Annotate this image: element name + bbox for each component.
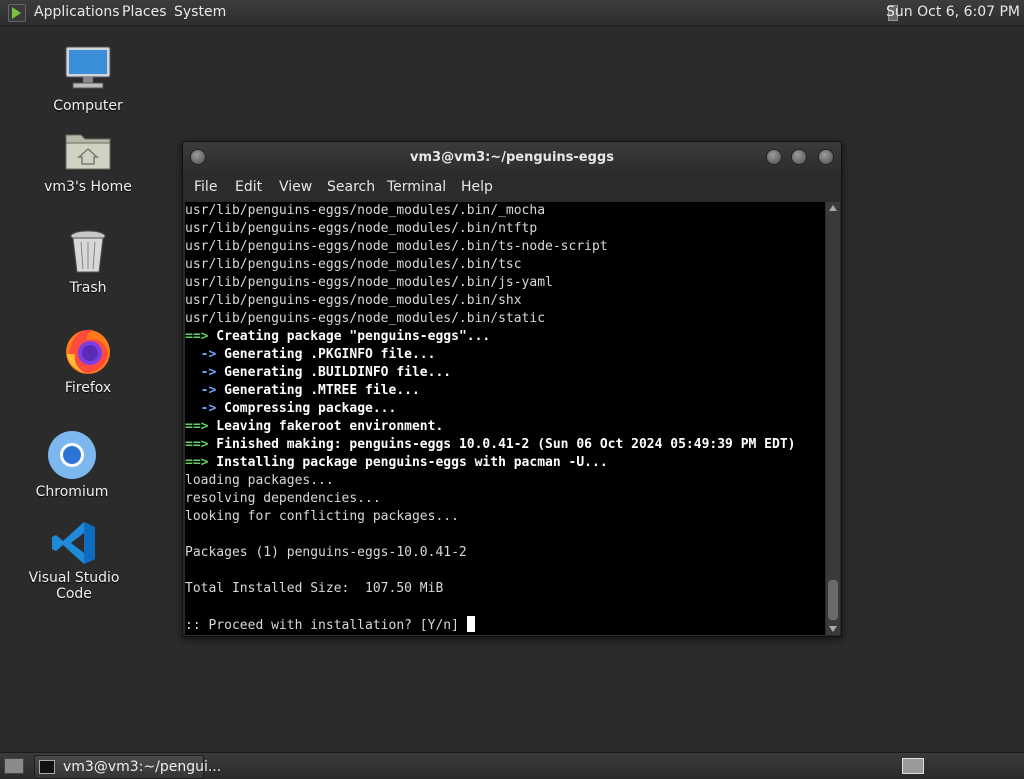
terminal-arrow-prefix: -> [200, 365, 217, 380]
terminal-line: looking for conflicting packages... [185, 509, 459, 524]
window-titlebar[interactable]: vm3@vm3:~/penguins-eggs [183, 142, 841, 174]
computer-icon [63, 44, 113, 94]
terminal-bold-text: Finished making: penguins-eggs 10.0.41-2… [208, 437, 796, 452]
desktop-icon-label: Computer [53, 98, 123, 114]
desktop-icon-label: Visual Studio Code [28, 570, 120, 602]
terminal-line: ==> Creating package "penguins-eggs"... [185, 328, 825, 346]
maximize-button[interactable] [791, 149, 807, 165]
terminal-text: usr/lib/penguins-eggs/node_modules/.bin/… [185, 202, 825, 634]
text-cursor [466, 616, 475, 632]
desktop-icon-label: Chromium [35, 484, 109, 500]
bottom-panel: vm3@vm3:~/pengui... [0, 752, 1024, 779]
menu-applications[interactable]: Applications [34, 4, 120, 20]
terminal-bold-text: Generating .PKGINFO file... [216, 347, 436, 362]
menu-edit[interactable]: Edit [235, 179, 262, 195]
window-title: vm3@vm3:~/penguins-eggs [410, 150, 614, 165]
desktop-icon-label: Trash [69, 280, 107, 296]
terminal-arrow-prefix: ==> [185, 437, 209, 452]
terminal-line: ==> Finished making: penguins-eggs 10.0.… [185, 436, 825, 454]
terminal-bold-text: Generating .MTREE file... [216, 383, 420, 398]
terminal-line: Total Installed Size: 107.50 MiB [185, 581, 444, 596]
home-folder-icon [63, 127, 113, 175]
terminal-menubar: File Edit View Search Terminal Help [183, 174, 841, 200]
terminal-line: resolving dependencies... [185, 491, 381, 506]
terminal-line: loading packages... [185, 473, 334, 488]
desktop-icon-label: vm3's Home [44, 179, 132, 195]
terminal-line: -> Generating .MTREE file... [185, 382, 825, 400]
scroll-down-arrow-icon[interactable] [829, 626, 837, 632]
menu-places[interactable]: Places [122, 4, 167, 20]
close-button[interactable] [818, 149, 834, 165]
prompt-text: :: Proceed with installation? [Y/n] [185, 618, 467, 633]
terminal-line: -> Generating .PKGINFO file... [185, 346, 825, 364]
terminal-arrow-prefix: ==> [185, 419, 209, 434]
top-panel: Applications Places System Sun Oct 6, 6:… [0, 0, 1024, 26]
terminal-line: usr/lib/penguins-eggs/node_modules/.bin/… [185, 257, 522, 272]
terminal-line: usr/lib/penguins-eggs/node_modules/.bin/… [185, 275, 553, 290]
terminal-arrow-prefix: ==> [185, 329, 209, 344]
terminal-icon [39, 760, 55, 774]
terminal-line: ==> Leaving fakeroot environment. [185, 418, 825, 436]
terminal-window[interactable]: vm3@vm3:~/penguins-eggs File Edit View S… [182, 141, 842, 637]
vscode-icon [51, 520, 97, 566]
desktop-icon-firefox[interactable]: Firefox [28, 326, 148, 396]
terminal-bold-text: Generating .BUILDINFO file... [216, 365, 452, 380]
taskbar-item-terminal[interactable]: vm3@vm3:~/pengui... [34, 755, 221, 779]
terminal-line: ==> Installing package penguins-eggs wit… [185, 454, 825, 472]
terminal-scrollbar[interactable] [826, 202, 840, 635]
desktop-icon-computer[interactable]: Computer [28, 44, 148, 114]
workspace-switcher[interactable] [902, 758, 924, 774]
desktop-icon-trash[interactable]: Trash [28, 228, 148, 296]
terminal-bold-text: Leaving fakeroot environment. [208, 419, 444, 434]
terminal-line: -> Compressing package... [185, 400, 825, 418]
trash-icon [68, 228, 108, 276]
terminal-line: Packages (1) penguins-eggs-10.0.41-2 [185, 545, 467, 560]
menu-view[interactable]: View [279, 179, 312, 195]
terminal-arrow-prefix: -> [200, 347, 217, 362]
desktop-icon-vscode[interactable]: Visual Studio Code [14, 520, 134, 602]
terminal-output[interactable]: usr/lib/penguins-eggs/node_modules/.bin/… [185, 202, 825, 635]
scroll-up-arrow-icon[interactable] [829, 205, 837, 211]
menu-help[interactable]: Help [461, 179, 493, 195]
terminal-bold-text: Installing package penguins-eggs with pa… [208, 455, 608, 470]
desktop-icon-label: Firefox [64, 380, 112, 396]
terminal-prompt-line[interactable]: :: Proceed with installation? [Y/n] [185, 616, 825, 634]
menu-search[interactable]: Search [327, 179, 375, 195]
terminal-arrow-prefix: -> [200, 401, 217, 416]
minimize-button[interactable] [766, 149, 782, 165]
terminal-line: usr/lib/penguins-eggs/node_modules/.bin/… [185, 203, 546, 218]
firefox-icon [63, 326, 113, 376]
terminal-bold-text: Compressing package... [216, 401, 397, 416]
terminal-line: usr/lib/penguins-eggs/node_modules/.bin/… [185, 221, 538, 236]
terminal-arrow-prefix: -> [200, 383, 217, 398]
menu-terminal[interactable]: Terminal [387, 179, 446, 195]
menu-file[interactable]: File [194, 179, 217, 195]
terminal-line: usr/lib/penguins-eggs/node_modules/.bin/… [185, 311, 546, 326]
taskbar-item-label: vm3@vm3:~/pengui... [63, 759, 222, 775]
terminal-arrow-prefix: ==> [185, 455, 209, 470]
desktop-icon-home[interactable]: vm3's Home [28, 127, 148, 195]
terminal-line: usr/lib/penguins-eggs/node_modules/.bin/… [185, 293, 522, 308]
terminal-line: -> Generating .BUILDINFO file... [185, 364, 825, 382]
clock[interactable]: Sun Oct 6, 6:07 PM [886, 4, 1020, 20]
scrollbar-thumb[interactable] [828, 580, 838, 620]
chromium-icon [47, 430, 97, 480]
applications-logo-icon[interactable] [8, 4, 26, 22]
desktop-icon-chromium[interactable]: Chromium [12, 430, 132, 500]
show-desktop-icon[interactable] [4, 758, 24, 774]
terminal-bold-text: Creating package "penguins-eggs"... [208, 329, 491, 344]
terminal-line: usr/lib/penguins-eggs/node_modules/.bin/… [185, 239, 608, 254]
menu-system[interactable]: System [174, 4, 226, 20]
